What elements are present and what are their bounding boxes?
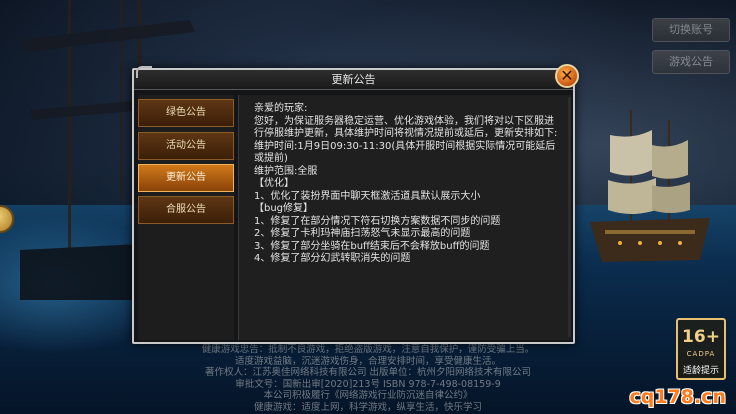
footer-line: 适度游戏益脑，沉迷游戏伤身，合理安排时间，享受健康生活。 — [234, 355, 501, 367]
content-line: 1、优化了装扮界面中聊天框激活道具默认展示大小 — [254, 190, 481, 202]
content-line: 2、修复了卡利玛神庙扫荡怒气未显示最高的问题 — [254, 228, 471, 239]
close-button[interactable]: ✕ — [555, 64, 579, 88]
tab-server-merge-notice[interactable]: 合服公告 — [138, 196, 234, 224]
health-advisory-footer: 健康游戏忠告：抵制不良游戏，拒绝盗版游戏，注意自我保护，谨防受骗上当。 适度游戏… — [150, 344, 586, 414]
content-line: 3、修复了部分坐骑在buff结束后不会释放buff的问题 — [254, 240, 490, 252]
footer-line: 著作权人：江苏奥佳网络科技有限公司 出版单位：杭州夕阳网络技术有限公司 — [204, 367, 532, 379]
announcement-dialog: 更新公告 ✕ 绿色公告 活动公告 更新公告 合服公告 亲爱的玩家: 您好，为保证… — [132, 64, 579, 344]
footer-line: 审批文号：国新出审[2020]213号 ISBN 978-7-498-08159… — [235, 378, 501, 390]
content-line: 您好，为保证服务器稳定运营、优化游戏体验，我们将对以下区服进行停服维护更新，具体… — [254, 115, 558, 140]
notice-content[interactable]: 亲爱的玩家: 您好，为保证服务器稳定运营、优化游戏体验，我们将对以下区服进行停服… — [238, 95, 571, 340]
content-line: 1、修复了在部分情况下符石切换方案数据不同步的问题 — [254, 215, 501, 227]
notice-tab-list: 绿色公告 活动公告 更新公告 合服公告 — [138, 95, 234, 340]
tab-event-notice[interactable]: 活动公告 — [138, 132, 234, 160]
tab-update-notice[interactable]: 更新公告 — [138, 164, 234, 192]
content-line: 【优化】 — [254, 178, 294, 189]
ship-right — [590, 110, 710, 262]
switch-account-button[interactable]: 切换账号 — [652, 18, 730, 42]
age-rating-value: 16+ — [682, 327, 720, 347]
footer-line: 健康游戏忠告：抵制不良游戏，拒绝盗版游戏，注意自我保护，谨防受骗上当。 — [201, 344, 535, 355]
content-line: 亲爱的玩家: — [254, 103, 308, 114]
tab-green-notice[interactable]: 绿色公告 — [138, 99, 234, 127]
dialog-header: 更新公告 — [134, 66, 573, 90]
content-line: 4、修复了部分幻武转职消失的问题 — [254, 253, 411, 264]
content-line: 维护范围:全服 — [254, 165, 318, 177]
age-rating-org: CADPA — [686, 350, 716, 358]
age-rating-badge: 16+ CADPA 适龄提示 — [676, 318, 726, 380]
content-scrollbar[interactable] — [568, 97, 571, 337]
game-notice-button[interactable]: 游戏公告 — [652, 50, 730, 74]
site-watermark: cq178.cn — [629, 386, 726, 408]
content-line: 【bug修复】 — [254, 203, 314, 214]
age-rating-tip: 适龄提示 — [682, 366, 719, 376]
footer-line: 本公司积极履行《网络游戏行业防沉迷自律公约》 — [263, 390, 473, 402]
dialog-title: 更新公告 — [331, 73, 376, 86]
footer-line: 健康游戏：适度上网，科学游戏，纵享生活，快乐学习 — [253, 401, 482, 413]
content-line: 维护时间:1月9日09:30-11:30(具体开服时间根据实际情况可能延后或提前… — [254, 140, 556, 165]
